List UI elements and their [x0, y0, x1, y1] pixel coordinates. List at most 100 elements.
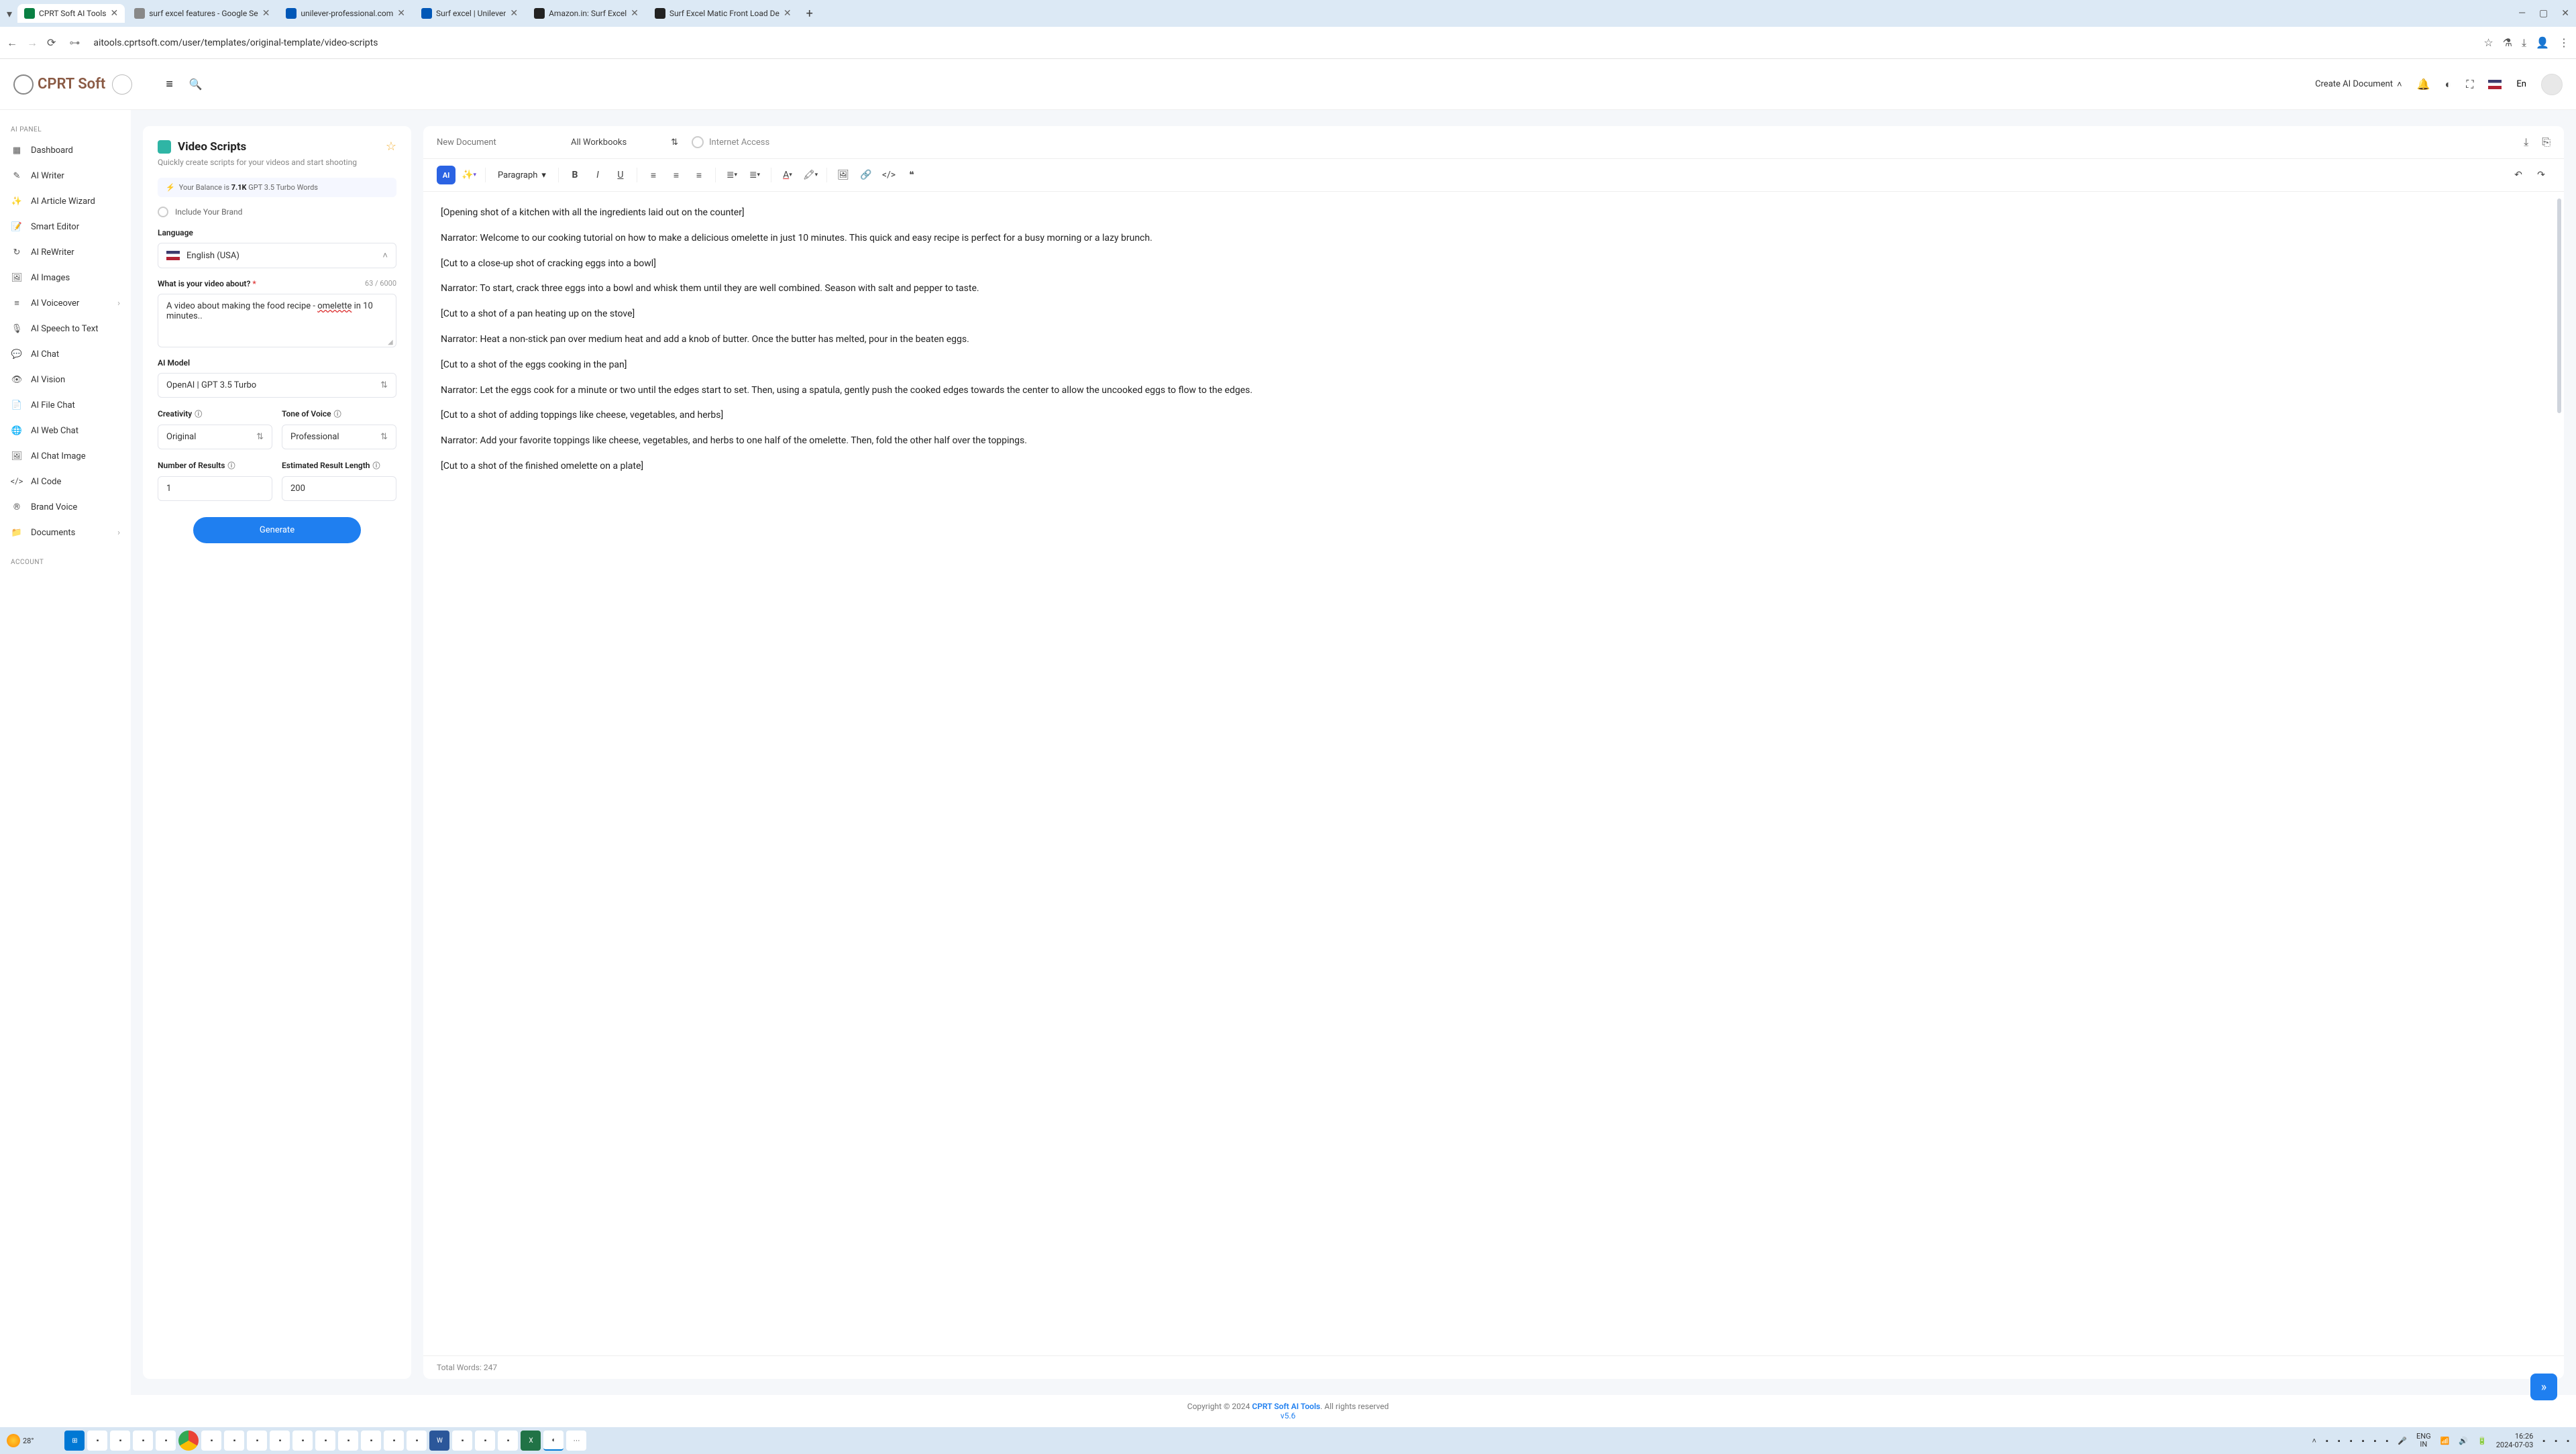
align-left-button[interactable]: ≡: [644, 166, 663, 184]
taskbar-app[interactable]: ▪: [384, 1431, 404, 1451]
tray-icon[interactable]: ▪: [2567, 1437, 2569, 1445]
footer-brand-link[interactable]: CPRT Soft AI Tools: [1252, 1402, 1320, 1411]
taskbar-word-icon[interactable]: W: [429, 1431, 449, 1451]
taskbar-app[interactable]: ▪: [156, 1431, 176, 1451]
sidebar-item-ai-chat-image[interactable]: 🖼AI Chat Image: [0, 443, 131, 469]
browser-tab[interactable]: Surf Excel Matic Front Load De✕: [648, 4, 798, 23]
taskbar-app[interactable]: ▪: [452, 1431, 472, 1451]
notifications-icon[interactable]: 🔔: [2417, 78, 2430, 91]
tray-icon[interactable]: ▪: [2350, 1437, 2353, 1445]
tab-close-button[interactable]: ✕: [631, 8, 639, 19]
ai-assist-button[interactable]: AI: [437, 166, 455, 184]
app-logo[interactable]: CPRT Soft: [13, 74, 132, 95]
favorite-star-button[interactable]: ☆: [386, 139, 396, 154]
internet-access-toggle[interactable]: Internet Access: [692, 136, 769, 148]
browser-tab[interactable]: CPRT Soft AI Tools✕: [17, 4, 125, 23]
taskbar-chrome-active-icon[interactable]: ◐: [543, 1431, 564, 1451]
language-label[interactable]: En: [2516, 79, 2526, 89]
tray-icon[interactable]: ▪: [2555, 1437, 2557, 1445]
browser-tab[interactable]: surf excel features - Google Se✕: [127, 4, 276, 23]
taskbar-app[interactable]: ▪: [224, 1431, 244, 1451]
ai-model-select[interactable]: OpenAI | GPT 3.5 Turbo ⇅: [158, 373, 396, 398]
magic-wand-button[interactable]: ✨▾: [460, 166, 478, 184]
taskbar-app[interactable]: ▪: [110, 1431, 130, 1451]
sidebar-item-ai-article-wizard[interactable]: ✨AI Article Wizard: [0, 188, 131, 214]
tray-mic-icon[interactable]: 🎤: [2398, 1437, 2407, 1445]
sidebar-toggle-button[interactable]: ≡: [166, 77, 173, 91]
url-input[interactable]: [93, 38, 2474, 48]
taskbar-chrome-icon[interactable]: [178, 1431, 199, 1451]
sidebar-item-ai-web-chat[interactable]: 🌐AI Web Chat: [0, 418, 131, 443]
tab-search-icon[interactable]: ▾: [7, 7, 12, 20]
sidebar-item-ai-speech-to-text[interactable]: 🎙AI Speech to Text: [0, 316, 131, 341]
redo-button[interactable]: ↷: [2532, 166, 2551, 184]
taskbar-app[interactable]: ▪: [338, 1431, 358, 1451]
taskbar-app[interactable]: ▪: [475, 1431, 495, 1451]
browser-tab[interactable]: Surf excel | Unilever✕: [415, 4, 525, 23]
weather-widget[interactable]: 28°: [7, 1434, 34, 1447]
taskbar-app[interactable]: ▪: [247, 1431, 267, 1451]
sidebar-item-documents[interactable]: 📁Documents›: [0, 520, 131, 545]
nav-forward-button[interactable]: →: [27, 36, 38, 50]
editor-paragraph[interactable]: [Cut to a close-up shot of cracking eggs…: [441, 256, 2546, 272]
taskbar-app[interactable]: ▪: [407, 1431, 427, 1451]
tray-icon[interactable]: ▪: [2542, 1437, 2545, 1445]
tray-icon[interactable]: ▪: [2326, 1437, 2328, 1445]
new-tab-button[interactable]: +: [801, 7, 818, 21]
editor-paragraph[interactable]: [Cut to a shot of the finished omelette …: [441, 459, 2546, 475]
tray-icon[interactable]: ▪: [2385, 1437, 2388, 1445]
avatar[interactable]: [2541, 74, 2563, 95]
language-select[interactable]: English (USA) ˄: [158, 243, 396, 268]
video-about-textarea[interactable]: A video about making the food recipe - o…: [158, 294, 396, 347]
include-brand-toggle[interactable]: Include Your Brand: [158, 207, 396, 217]
sidebar-item-ai-code[interactable]: </>AI Code: [0, 469, 131, 494]
insert-image-button[interactable]: 🖼: [834, 166, 853, 184]
nav-back-button[interactable]: ←: [7, 36, 17, 50]
tray-chevron-icon[interactable]: ˄: [2312, 1437, 2316, 1445]
volume-icon[interactable]: 🔊: [2459, 1437, 2468, 1445]
tab-close-button[interactable]: ✕: [111, 8, 119, 19]
workbook-select[interactable]: All Workbooks ⇅: [571, 137, 678, 148]
language-indicator[interactable]: ENGIN: [2416, 1433, 2431, 1449]
taskbar-overflow-button[interactable]: ⋯: [566, 1431, 586, 1451]
sidebar-item-ai-rewriter[interactable]: ↻AI ReWriter: [0, 239, 131, 265]
resize-handle-icon[interactable]: ◢: [388, 339, 394, 345]
editor-paragraph[interactable]: [Cut to a shot of adding toppings like c…: [441, 408, 2546, 424]
labs-icon[interactable]: ⚗: [2503, 36, 2512, 49]
editor-paragraph[interactable]: Narrator: To start, crack three eggs int…: [441, 281, 2546, 297]
sidebar-item-ai-images[interactable]: 🖼AI Images: [0, 265, 131, 290]
editor-paragraph[interactable]: Narrator: Add your favorite toppings lik…: [441, 433, 2546, 449]
sidebar-item-brand-voice[interactable]: ®Brand Voice: [0, 494, 131, 520]
window-minimize-button[interactable]: —: [2518, 8, 2526, 19]
wifi-icon[interactable]: 📶: [2440, 1437, 2450, 1445]
info-icon[interactable]: ⓘ: [372, 461, 380, 470]
sidebar-item-ai-voiceover[interactable]: ≡AI Voiceover›: [0, 290, 131, 316]
length-input[interactable]: [282, 476, 396, 501]
taskbar-clock[interactable]: 16:262024-07-03: [2496, 1432, 2534, 1449]
align-center-button[interactable]: ≡: [667, 166, 686, 184]
sidebar-item-ai-file-chat[interactable]: 📄AI File Chat: [0, 392, 131, 418]
bookmark-star-icon[interactable]: ☆: [2483, 36, 2493, 49]
editor-paragraph[interactable]: [Cut to a shot of a pan heating up on th…: [441, 306, 2546, 323]
dark-mode-icon[interactable]: ◐: [2445, 78, 2452, 91]
align-right-button[interactable]: ≡: [690, 166, 708, 184]
tone-select[interactable]: Professional ⇅: [282, 425, 396, 449]
bold-button[interactable]: B: [566, 166, 584, 184]
editor-content[interactable]: [Opening shot of a kitchen with all the …: [423, 192, 2564, 1355]
browser-tab[interactable]: Amazon.in: Surf Excel✕: [527, 4, 645, 23]
download-icon[interactable]: ⤓: [2524, 135, 2528, 149]
code-block-button[interactable]: </>: [879, 166, 898, 184]
search-icon[interactable]: 🔍: [189, 78, 203, 91]
blockquote-button[interactable]: ❝: [902, 166, 921, 184]
info-icon[interactable]: ⓘ: [195, 410, 202, 418]
copy-icon[interactable]: ⎘: [2542, 135, 2551, 149]
info-icon[interactable]: ⓘ: [227, 461, 235, 470]
tab-close-button[interactable]: ✕: [784, 8, 792, 19]
taskbar-excel-icon[interactable]: X: [521, 1431, 541, 1451]
results-count-input[interactable]: [158, 476, 272, 501]
battery-icon[interactable]: 🔋: [2477, 1437, 2487, 1445]
generate-button[interactable]: Generate: [193, 517, 360, 543]
tray-icon[interactable]: ▪: [2338, 1437, 2341, 1445]
paragraph-style-select[interactable]: Paragraph▾: [492, 168, 551, 183]
text-color-button[interactable]: A▾: [778, 166, 797, 184]
